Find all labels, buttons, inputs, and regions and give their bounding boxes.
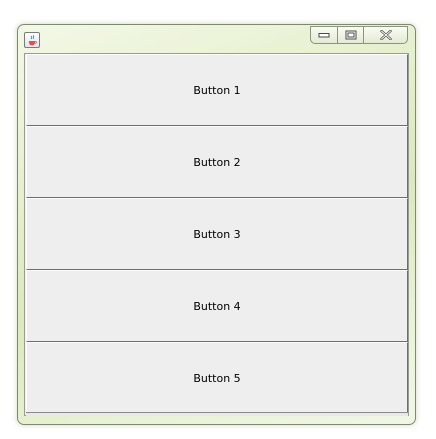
minimize-icon [318, 33, 330, 38]
title-bar[interactable] [18, 25, 415, 53]
close-button[interactable] [363, 26, 408, 44]
maximize-icon [345, 30, 356, 40]
button-3[interactable]: Button 3 [26, 198, 408, 270]
button-2[interactable]: Button 2 [26, 126, 408, 198]
maximize-button[interactable] [337, 26, 363, 44]
minimize-button[interactable] [310, 26, 337, 44]
content-pane: Button 1 Button 2 Button 3 Button 4 Butt… [24, 53, 409, 416]
button-5[interactable]: Button 5 [26, 342, 408, 414]
close-icon [379, 30, 392, 40]
button-4[interactable]: Button 4 [26, 270, 408, 342]
application-window: Button 1 Button 2 Button 3 Button 4 Butt… [17, 24, 416, 425]
caption-buttons [310, 26, 408, 44]
java-cup-icon[interactable] [24, 32, 40, 48]
button-1[interactable]: Button 1 [26, 54, 408, 126]
bottom-edge [26, 412, 408, 416]
